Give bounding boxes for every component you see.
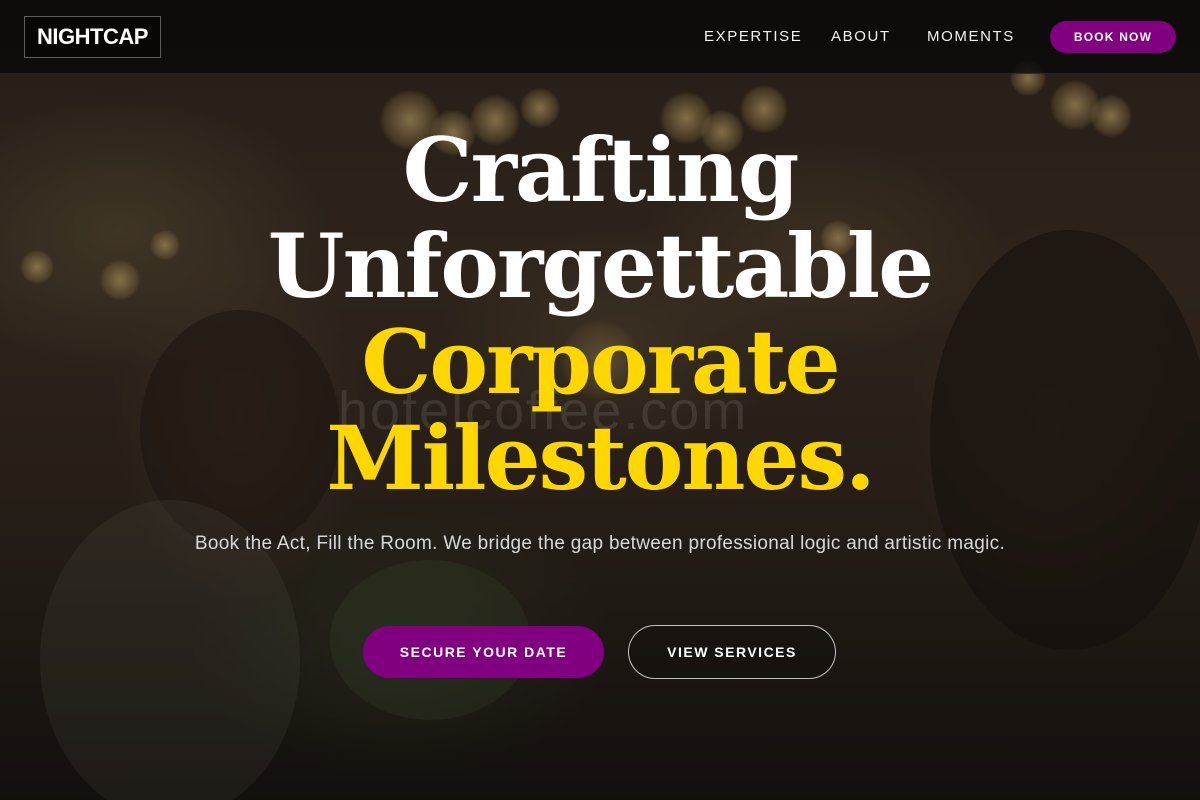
navigation-bar: NIGHTCAP EXPERTISE ABOUT MOMENTS BOOK NO…: [0, 0, 1200, 74]
headline-line-4: Milestones.: [326, 406, 875, 510]
nav-link-moments[interactable]: MOMENTS: [927, 28, 1015, 45]
brand-logo[interactable]: NIGHTCAP: [24, 16, 161, 58]
nav-link-about[interactable]: ABOUT: [831, 28, 891, 45]
view-services-button[interactable]: VIEW SERVICES: [628, 625, 836, 679]
headline-line-3: Corporate: [361, 310, 840, 414]
headline-line-1: Crafting: [402, 118, 800, 222]
headline-line-2: Unforgettable: [267, 214, 934, 318]
hero-headline: Crafting Unforgettable Corporate Milesto…: [0, 122, 1200, 506]
page: hotelcoffee.com NIGHTCAP EXPERTISE ABOUT…: [0, 0, 1200, 800]
hero-subtitle: Book the Act, Fill the Room. We bridge t…: [194, 533, 1006, 554]
nav-link-expertise[interactable]: EXPERTISE: [704, 28, 802, 45]
book-now-button[interactable]: BOOK NOW: [1050, 21, 1176, 53]
secure-your-date-button[interactable]: SECURE YOUR DATE: [363, 626, 604, 678]
